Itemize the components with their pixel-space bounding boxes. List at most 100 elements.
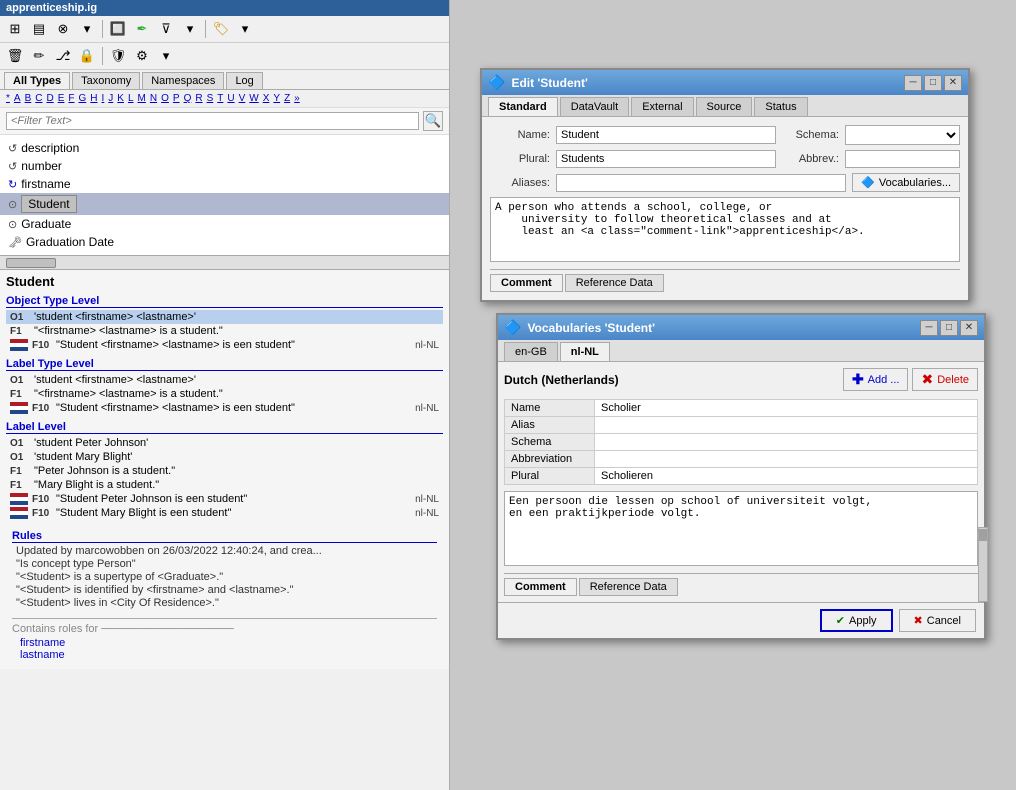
layers-btn[interactable]: 🔲 xyxy=(107,18,129,40)
tab-log[interactable]: Log xyxy=(226,72,262,89)
edit-refdata-tab[interactable]: Reference Data xyxy=(565,274,664,292)
tab-namespaces[interactable]: Namespaces xyxy=(142,72,224,89)
tree-item-description[interactable]: ↺ description xyxy=(0,139,449,157)
ll-row-0[interactable]: O1 'student Peter Johnson' xyxy=(6,436,443,450)
tab-source[interactable]: Source xyxy=(696,97,753,116)
tree-item-graduation-date[interactable]: 🗝 Contains roles for Graduation Date xyxy=(0,233,449,251)
trash-btn[interactable]: 🗑 xyxy=(4,45,26,67)
gear-dropdown-btn[interactable]: ▾ xyxy=(155,45,177,67)
gear-btn[interactable]: ⚙ xyxy=(131,45,153,67)
alpha-d[interactable]: D xyxy=(44,92,55,105)
lang-tab-nl-nl[interactable]: nl-NL xyxy=(560,342,610,361)
tab-all-types[interactable]: All Types xyxy=(4,72,70,89)
vocab-comment-textarea[interactable]: Een persoon die lessen op school of univ… xyxy=(504,491,978,566)
otl-row-1[interactable]: F1 "<firstname> <lastname> is a student.… xyxy=(6,324,443,338)
filter-input[interactable] xyxy=(6,112,419,130)
alpha-k[interactable]: K xyxy=(115,92,126,105)
aliases-input[interactable] xyxy=(556,174,846,192)
alpha-o[interactable]: O xyxy=(159,92,171,105)
vocab-comment-tab[interactable]: Comment xyxy=(504,578,577,596)
search-button[interactable]: 🔍 xyxy=(423,111,443,131)
ltl-row-0[interactable]: O1 'student <firstname> <lastname>' xyxy=(6,373,443,387)
close-button[interactable]: ✕ xyxy=(944,75,962,91)
alpha-t[interactable]: T xyxy=(215,92,225,105)
alpha-r[interactable]: R xyxy=(193,92,204,105)
maximize-button[interactable]: □ xyxy=(924,75,942,91)
tree-item-student[interactable]: ⊙ Student xyxy=(0,193,449,215)
ltl-row-2[interactable]: F10 "Student <firstname> <lastname> is e… xyxy=(6,401,443,415)
field-alias-value[interactable] xyxy=(595,417,978,434)
alpha-n[interactable]: N xyxy=(148,92,159,105)
cancel-button[interactable]: ✖ Cancel xyxy=(899,609,976,632)
shield-btn[interactable]: 🛡 xyxy=(107,45,129,67)
alpha-x[interactable]: X xyxy=(261,92,272,105)
table-btn[interactable]: ▤ xyxy=(28,18,50,40)
tree-item-firstname[interactable]: ↻ firstname xyxy=(0,175,449,193)
filter-btn[interactable]: ⊽ xyxy=(155,18,177,40)
tab-datavault[interactable]: DataVault xyxy=(560,97,630,116)
vocab-minimize-button[interactable]: ─ xyxy=(920,320,938,336)
funnel-dropdown-btn[interactable]: ▾ xyxy=(179,18,201,40)
alpha-z[interactable]: Z xyxy=(282,92,292,105)
vocab-refdata-tab[interactable]: Reference Data xyxy=(579,578,678,596)
tab-status[interactable]: Status xyxy=(754,97,807,116)
circle-cross-btn[interactable]: ⊗ xyxy=(52,18,74,40)
tag-dropdown-btn[interactable]: ▾ xyxy=(234,18,256,40)
grid-btn[interactable]: ⊞ xyxy=(4,18,26,40)
alpha-v[interactable]: V xyxy=(237,92,248,105)
tab-external[interactable]: External xyxy=(631,97,693,116)
name-input[interactable] xyxy=(556,126,776,144)
ll-row-5[interactable]: F10 "Student Mary Blight is een student"… xyxy=(6,506,443,520)
pencil-btn[interactable]: ✏ xyxy=(28,45,50,67)
schema-select[interactable] xyxy=(845,125,960,145)
ll-row-1[interactable]: O1 'student Mary Blight' xyxy=(6,450,443,464)
vocab-textarea-scrollbar[interactable] xyxy=(978,527,988,602)
field-name-value[interactable]: Scholier xyxy=(595,400,978,417)
add-button[interactable]: ✚ Add ... xyxy=(843,368,909,391)
alpha-h[interactable]: H xyxy=(88,92,99,105)
alpha-l[interactable]: L xyxy=(126,92,136,105)
contains-firstname[interactable]: firstname xyxy=(20,637,437,649)
alpha-a[interactable]: A xyxy=(12,92,23,105)
tag-btn[interactable]: 🏷 xyxy=(210,18,232,40)
ll-row-3[interactable]: F1 "Mary Blight is a student." xyxy=(6,478,443,492)
alpha-i[interactable]: I xyxy=(100,92,107,105)
tab-standard[interactable]: Standard xyxy=(488,97,558,116)
vocab-maximize-button[interactable]: □ xyxy=(940,320,958,336)
comment-textarea[interactable]: A person who attends a school, college, … xyxy=(490,197,960,262)
otl-row-2[interactable]: F10 "Student <firstname> <lastname> is e… xyxy=(6,338,443,352)
alpha-b[interactable]: B xyxy=(23,92,34,105)
alpha-w[interactable]: W xyxy=(247,92,260,105)
edit-comment-tab[interactable]: Comment xyxy=(490,274,563,292)
alpha-y[interactable]: Y xyxy=(271,92,282,105)
dropdown1-btn[interactable]: ▾ xyxy=(76,18,98,40)
ltl-row-1[interactable]: F1 "<firstname> <lastname> is a student.… xyxy=(6,387,443,401)
field-abbrev-value[interactable] xyxy=(595,451,978,468)
vocabularies-button[interactable]: 🔷 Vocabularies... xyxy=(852,173,960,192)
h-scrollbar[interactable] xyxy=(0,255,449,269)
alpha-f[interactable]: F xyxy=(66,92,76,105)
tree-item-number[interactable]: ↺ number xyxy=(0,157,449,175)
lock-btn[interactable]: 🔒 xyxy=(76,45,98,67)
alpha-g[interactable]: G xyxy=(77,92,89,105)
contains-lastname[interactable]: lastname xyxy=(20,649,437,661)
apply-button[interactable]: ✔ Apply xyxy=(820,609,893,632)
abbrev-input[interactable] xyxy=(845,150,960,168)
vocab-close-button[interactable]: ✕ xyxy=(960,320,978,336)
alpha-star[interactable]: * xyxy=(4,92,12,105)
field-schema-value[interactable] xyxy=(595,434,978,451)
alpha-j[interactable]: J xyxy=(106,92,115,105)
alpha-s[interactable]: S xyxy=(205,92,216,105)
alpha-u[interactable]: U xyxy=(225,92,236,105)
tab-taxonomy[interactable]: Taxonomy xyxy=(72,72,140,89)
alpha-e[interactable]: E xyxy=(56,92,67,105)
split-btn[interactable]: ⎇ xyxy=(52,45,74,67)
alpha-p[interactable]: P xyxy=(171,92,182,105)
alpha-c[interactable]: C xyxy=(33,92,44,105)
minimize-button[interactable]: ─ xyxy=(904,75,922,91)
lang-tab-en-gb[interactable]: en-GB xyxy=(504,342,558,361)
delete-button[interactable]: ✖ Delete xyxy=(912,368,978,391)
feather-btn[interactable]: ✒ xyxy=(131,18,153,40)
plural-input[interactable] xyxy=(556,150,776,168)
tree-item-graduate[interactable]: ⊙ Graduate xyxy=(0,215,449,233)
